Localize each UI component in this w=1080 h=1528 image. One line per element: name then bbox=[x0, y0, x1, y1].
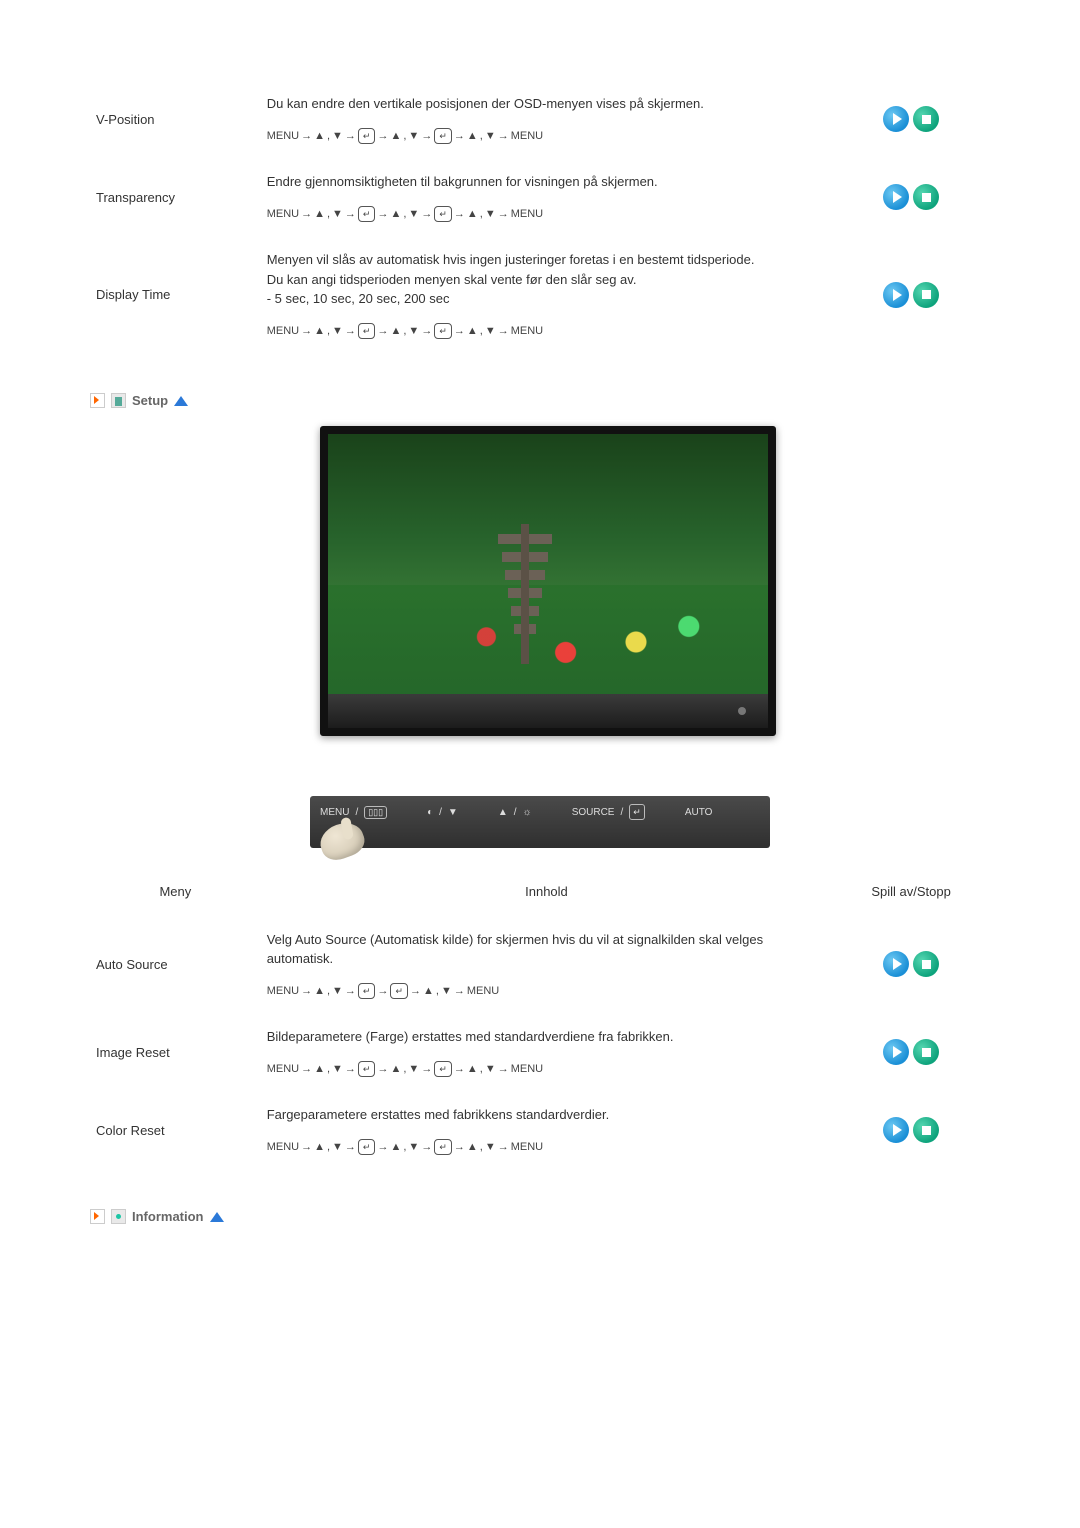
ctrl-source: SOURCE / ↵ bbox=[572, 804, 645, 820]
header-meny: Meny bbox=[90, 868, 261, 916]
menu-item-name: Auto Source bbox=[90, 916, 261, 1014]
enter-icon: ↵ bbox=[358, 983, 376, 999]
play-stop-cell bbox=[832, 1013, 990, 1091]
play-button[interactable] bbox=[883, 184, 909, 210]
menu-navigation-steps: MENU → ▲ , ▼ → ↵ → ▲ , ▼ → ↵ → ▲ , ▼ → M… bbox=[267, 1061, 827, 1078]
stop-button[interactable] bbox=[913, 106, 939, 132]
stop-button[interactable] bbox=[913, 951, 939, 977]
enter-icon: ↵ bbox=[434, 323, 452, 339]
section-header-setup: Setup bbox=[90, 393, 990, 408]
stop-button[interactable] bbox=[913, 282, 939, 308]
stop-button[interactable] bbox=[913, 1039, 939, 1065]
down-triangle-icon: ▼ bbox=[448, 807, 458, 818]
setup-menu-table: Meny Innhold Spill av/Stopp Auto SourceV… bbox=[90, 868, 990, 1169]
ctrl-menu: MENU/ ▯▯▯ bbox=[320, 806, 387, 819]
enter-icon: ↵ bbox=[390, 983, 408, 999]
menu-item-name: V-Position bbox=[90, 80, 261, 158]
menu-navigation-steps: MENU → ▲ , ▼ → ↵ → ▲ , ▼ → ↵ → ▲ , ▼ → M… bbox=[267, 1139, 827, 1156]
ctrl-brightness: ▲/☼ bbox=[498, 807, 532, 818]
monitor-screen-image bbox=[328, 434, 768, 694]
enter-icon: ↵ bbox=[434, 1139, 452, 1155]
collapse-up-icon[interactable] bbox=[210, 1212, 224, 1222]
monitor-bezel bbox=[328, 694, 768, 728]
hand-pointer-icon bbox=[316, 818, 369, 865]
menu-navigation-steps: MENU → ▲ , ▼ → ↵ → ↵ → ▲ , ▼ → MENU bbox=[267, 983, 827, 1000]
stop-button[interactable] bbox=[913, 1117, 939, 1143]
section-title: Setup bbox=[132, 393, 168, 408]
menu-item-description: Endre gjennomsiktigheten til bakgrunnen … bbox=[261, 158, 833, 236]
menu-navigation-steps: MENU → ▲ , ▼ → ↵ → ▲ , ▼ → ↵ → ▲ , ▼ → M… bbox=[267, 128, 827, 145]
table-row: Image ResetBildeparametere (Farge) ersta… bbox=[90, 1013, 990, 1091]
table-row: TransparencyEndre gjennomsiktigheten til… bbox=[90, 158, 990, 236]
enter-icon: ↵ bbox=[358, 323, 376, 339]
info-osd-icon bbox=[111, 1209, 126, 1224]
enter-icon: ↵ bbox=[358, 128, 376, 144]
menu-item-description: Du kan endre den vertikale posisjonen de… bbox=[261, 80, 833, 158]
menu-item-name: Transparency bbox=[90, 158, 261, 236]
enter-icon: ↵ bbox=[434, 206, 452, 222]
menu-item-description: Menyen vil slås av automatisk hvis ingen… bbox=[261, 236, 833, 353]
section-header-information: Information bbox=[90, 1209, 990, 1224]
play-button[interactable] bbox=[883, 1039, 909, 1065]
section-title: Information bbox=[132, 1209, 204, 1224]
monitor-control-bar: MENU/ ▯▯▯ ◐/▼ ▲/☼ SOURCE / ↵ AUTO bbox=[310, 796, 770, 848]
play-stop-cell bbox=[832, 1091, 990, 1169]
play-stop-cell bbox=[832, 916, 990, 1014]
contrast-icon: ◐ bbox=[427, 807, 433, 818]
battery-icon: ▯▯▯ bbox=[364, 806, 387, 819]
menu-item-name: Display Time bbox=[90, 236, 261, 353]
enter-icon: ↵ bbox=[629, 804, 645, 820]
header-spill: Spill av/Stopp bbox=[832, 868, 990, 916]
stop-button[interactable] bbox=[913, 184, 939, 210]
play-marker-icon bbox=[90, 1209, 105, 1224]
menu-navigation-steps: MENU → ▲ , ▼ → ↵ → ▲ , ▼ → ↵ → ▲ , ▼ → M… bbox=[267, 206, 827, 223]
ctrl-contrast: ◐/▼ bbox=[427, 807, 458, 818]
header-innhold: Innhold bbox=[261, 868, 833, 916]
monitor-preview bbox=[320, 426, 760, 736]
menu-navigation-steps: MENU → ▲ , ▼ → ↵ → ▲ , ▼ → ↵ → ▲ , ▼ → M… bbox=[267, 323, 827, 340]
menu-item-description: Velg Auto Source (Automatisk kilde) for … bbox=[261, 916, 833, 1014]
play-marker-icon bbox=[90, 393, 105, 408]
table-row: Color ResetFargeparametere erstattes med… bbox=[90, 1091, 990, 1169]
enter-icon: ↵ bbox=[358, 1139, 376, 1155]
menu-item-name: Image Reset bbox=[90, 1013, 261, 1091]
play-button[interactable] bbox=[883, 951, 909, 977]
play-stop-cell bbox=[832, 80, 990, 158]
ctrl-auto: AUTO bbox=[685, 807, 713, 818]
play-stop-cell bbox=[832, 158, 990, 236]
menu-item-description: Bildeparametere (Farge) erstattes med st… bbox=[261, 1013, 833, 1091]
collapse-up-icon[interactable] bbox=[174, 396, 188, 406]
play-stop-cell bbox=[832, 236, 990, 353]
table-row: Display TimeMenyen vil slås av automatis… bbox=[90, 236, 990, 353]
up-triangle-icon: ▲ bbox=[498, 807, 508, 818]
play-button[interactable] bbox=[883, 1117, 909, 1143]
play-button[interactable] bbox=[883, 106, 909, 132]
menu-item-description: Fargeparametere erstattes med fabrikkens… bbox=[261, 1091, 833, 1169]
enter-icon: ↵ bbox=[358, 206, 376, 222]
enter-icon: ↵ bbox=[358, 1061, 376, 1077]
play-button[interactable] bbox=[883, 282, 909, 308]
table-row: V-PositionDu kan endre den vertikale pos… bbox=[90, 80, 990, 158]
table-header-row: Meny Innhold Spill av/Stopp bbox=[90, 868, 990, 916]
enter-icon: ↵ bbox=[434, 1061, 452, 1077]
menu-item-name: Color Reset bbox=[90, 1091, 261, 1169]
osd-menu-table-top: V-PositionDu kan endre den vertikale pos… bbox=[90, 80, 990, 353]
enter-icon: ↵ bbox=[434, 128, 452, 144]
brightness-icon: ☼ bbox=[523, 807, 532, 818]
setup-osd-icon bbox=[111, 393, 126, 408]
table-row: Auto SourceVelg Auto Source (Automatisk … bbox=[90, 916, 990, 1014]
